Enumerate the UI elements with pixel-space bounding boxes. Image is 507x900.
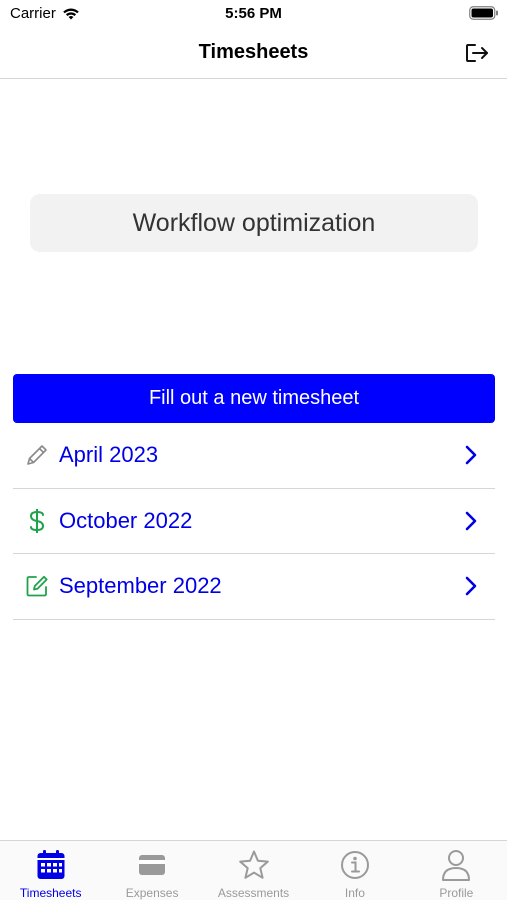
new-timesheet-button[interactable]: Fill out a new timesheet	[13, 374, 495, 423]
dollar-icon	[18, 506, 56, 536]
timesheet-list: April 2023 October 2022 September 2022	[13, 423, 495, 620]
timesheet-label: September 2022	[59, 573, 222, 599]
person-icon	[439, 848, 473, 882]
tab-bar: Timesheets Expenses Assessments Info Pro…	[0, 840, 507, 900]
calendar-icon	[34, 848, 68, 882]
tab-label: Timesheets	[19, 886, 82, 900]
status-time: 5:56 PM	[225, 5, 282, 22]
timesheet-row-october-2022[interactable]: October 2022	[13, 489, 495, 554]
tab-label: Profile	[439, 886, 474, 900]
project-card: Workflow optimization	[30, 194, 478, 252]
tab-expenses[interactable]: Expenses	[101, 841, 202, 900]
battery-icon	[469, 6, 498, 20]
chevron-right-icon	[459, 574, 483, 598]
card-icon	[135, 848, 169, 882]
navigation-bar: Timesheets	[0, 28, 507, 79]
tab-assessments[interactable]: Assessments	[203, 841, 304, 900]
timesheet-label: April 2023	[59, 442, 159, 468]
pencil-icon	[18, 440, 56, 470]
timesheet-label: October 2022	[59, 507, 193, 533]
info-icon	[338, 848, 372, 882]
new-timesheet-label: Fill out a new timesheet	[148, 387, 360, 409]
edit-square-icon	[18, 571, 56, 601]
page-title: Timesheets	[198, 41, 309, 63]
tab-timesheets[interactable]: Timesheets	[0, 841, 101, 900]
chevron-right-icon	[459, 509, 483, 533]
chevron-right-icon	[459, 443, 483, 467]
tab-profile[interactable]: Profile	[406, 841, 507, 900]
project-name: Workflow optimization	[132, 208, 376, 237]
status-bar: Carrier 5:56 PM	[0, 0, 507, 28]
tab-label: Info	[344, 886, 365, 900]
timesheet-row-september-2022[interactable]: September 2022	[13, 554, 495, 620]
timesheets-screen: Carrier 5:56 PM Timesheets Workflow opti	[0, 0, 507, 900]
tab-info[interactable]: Info	[304, 841, 405, 900]
star-icon	[237, 848, 271, 882]
logout-button[interactable]	[463, 39, 493, 67]
tab-label: Expenses	[125, 886, 179, 900]
tab-label: Assessments	[217, 886, 290, 900]
timesheet-row-april-2023[interactable]: April 2023	[13, 423, 495, 489]
logout-icon	[466, 44, 488, 62]
